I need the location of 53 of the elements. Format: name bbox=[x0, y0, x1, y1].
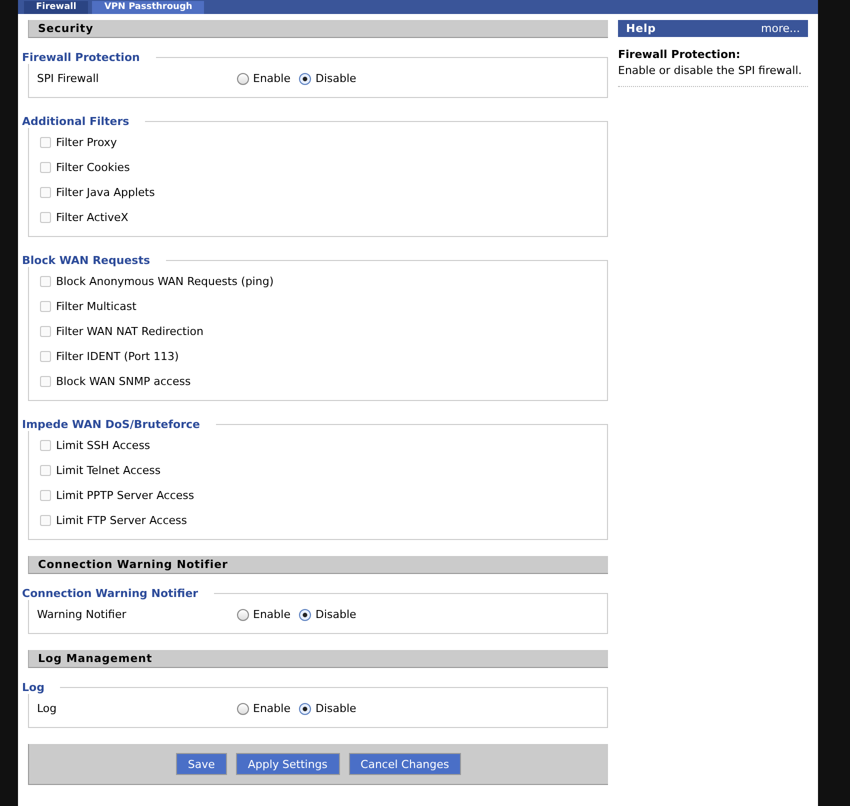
help-title: Help bbox=[626, 22, 656, 35]
checkbox[interactable] bbox=[40, 440, 51, 451]
option-label: Enable bbox=[253, 72, 290, 85]
checkbox[interactable] bbox=[40, 137, 51, 148]
radio-button[interactable] bbox=[299, 72, 312, 84]
setting-label: SPI Firewall bbox=[37, 72, 100, 85]
checkbox-label: Filter Java Applets bbox=[56, 186, 155, 199]
option-label: Disable bbox=[315, 702, 356, 715]
checkbox[interactable] bbox=[40, 515, 51, 526]
checkbox[interactable] bbox=[40, 326, 51, 337]
checkbox[interactable] bbox=[40, 301, 51, 312]
checkbox-label: Block Anonymous WAN Requests (ping) bbox=[56, 275, 274, 288]
section-header: Security bbox=[28, 20, 608, 38]
section-header: Connection Warning Notifier bbox=[28, 556, 608, 574]
option-label: Enable bbox=[253, 702, 290, 715]
checkbox[interactable] bbox=[40, 351, 51, 362]
help-topic: Firewall Protection: bbox=[618, 48, 742, 61]
section-header: Log Management bbox=[28, 650, 608, 668]
checkbox[interactable] bbox=[40, 187, 51, 198]
tab[interactable]: VPN Passthrough bbox=[92, 1, 204, 14]
checkbox-label: Limit FTP Server Access bbox=[56, 514, 187, 527]
checkbox-label: Limit Telnet Access bbox=[56, 464, 161, 477]
checkbox-label: Block WAN SNMP access bbox=[56, 375, 191, 388]
checkbox[interactable] bbox=[40, 276, 51, 287]
checkbox[interactable] bbox=[40, 490, 51, 501]
checkbox[interactable] bbox=[40, 465, 51, 476]
option-label: Enable bbox=[253, 608, 290, 621]
checkbox-label: Filter IDENT (Port 113) bbox=[56, 350, 179, 363]
checkbox-label: Filter Multicast bbox=[56, 300, 136, 313]
radio-button[interactable] bbox=[299, 702, 312, 714]
radio-button[interactable] bbox=[237, 72, 249, 84]
action-button[interactable]: Apply Settings bbox=[236, 753, 340, 775]
tab[interactable]: Firewall bbox=[24, 1, 88, 14]
checkbox-label: Limit PPTP Server Access bbox=[56, 489, 194, 502]
radio-button[interactable] bbox=[299, 608, 312, 620]
help-text: Enable or disable the SPI firewall. bbox=[618, 64, 803, 77]
option-label: Disable bbox=[315, 72, 356, 85]
checkbox-label: Filter ActiveX bbox=[56, 211, 128, 224]
setting-label: Log bbox=[37, 702, 58, 715]
action-button[interactable]: Save bbox=[176, 753, 227, 775]
checkbox-label: Filter Cookies bbox=[56, 161, 130, 174]
action-button[interactable]: Cancel Changes bbox=[348, 753, 462, 775]
checkbox[interactable] bbox=[40, 212, 51, 223]
checkbox[interactable] bbox=[40, 376, 51, 387]
checkbox-label: Limit SSH Access bbox=[56, 439, 150, 452]
checkbox[interactable] bbox=[40, 162, 51, 173]
more-link[interactable]: more... bbox=[761, 22, 800, 35]
checkbox-label: Filter Proxy bbox=[56, 136, 117, 149]
setting-label: Warning Notifier bbox=[37, 608, 128, 621]
option-label: Disable bbox=[315, 608, 356, 621]
radio-button[interactable] bbox=[237, 608, 249, 620]
radio-button[interactable] bbox=[237, 702, 249, 714]
checkbox-label: Filter WAN NAT Redirection bbox=[56, 325, 204, 338]
